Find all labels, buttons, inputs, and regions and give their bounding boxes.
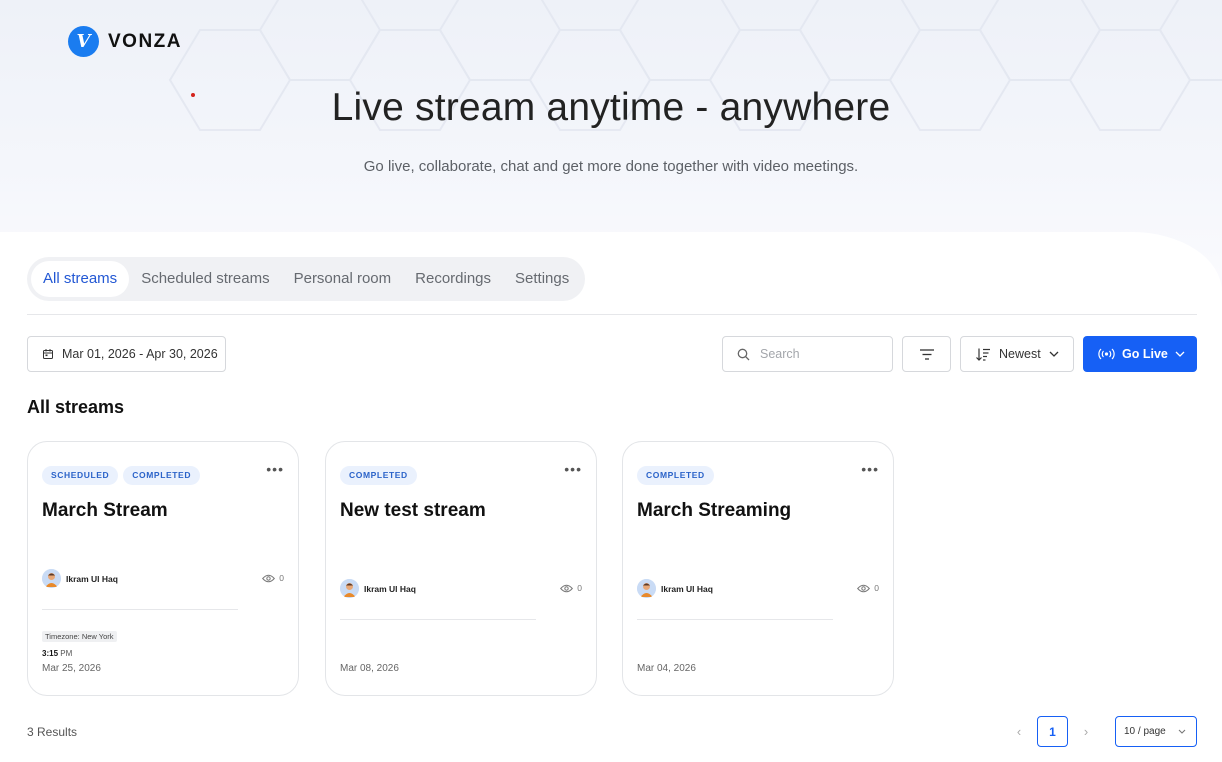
status-badge: COMPLETED xyxy=(123,466,201,485)
stream-date: Mar 08, 2026 xyxy=(340,663,399,674)
card-divider xyxy=(637,619,833,620)
tab-personal-room[interactable]: Personal room xyxy=(282,261,404,297)
card-divider xyxy=(42,609,238,610)
calendar-icon xyxy=(42,348,54,360)
stream-date: Mar 04, 2026 xyxy=(637,663,696,674)
stream-title: March Streaming xyxy=(637,500,792,521)
chevron-down-icon xyxy=(1175,351,1185,357)
page-size-select[interactable]: 10 / page xyxy=(1115,716,1197,747)
search-box[interactable] xyxy=(722,336,893,372)
eye-icon xyxy=(560,584,574,593)
stream-tabs: All streams Scheduled streams Personal r… xyxy=(27,257,586,301)
hero-banner xyxy=(0,0,1222,300)
sort-label: Newest xyxy=(999,347,1041,361)
view-count-value: 0 xyxy=(874,583,879,593)
chevron-down-icon xyxy=(1049,351,1059,357)
logo-mark-icon: V xyxy=(68,26,99,57)
more-options-icon[interactable]: ••• xyxy=(266,462,284,476)
scheduled-time: 3:15 PM xyxy=(42,649,72,658)
status-badge: COMPLETED xyxy=(637,466,714,485)
stream-owner: Ikram Ul Haq xyxy=(340,579,416,598)
owner-name: Ikram Ul Haq xyxy=(66,573,118,584)
view-count: 0 xyxy=(262,573,284,583)
chevron-down-icon xyxy=(1178,729,1186,734)
hero-subtitle: Go live, collaborate, chat and get more … xyxy=(363,158,859,175)
page-number-button[interactable]: 1 xyxy=(1037,716,1068,747)
scheduled-time-suffix: PM xyxy=(58,649,73,658)
next-page-icon[interactable]: › xyxy=(1078,720,1094,742)
stream-card[interactable]: SCHEDULED COMPLETED ••• March Stream Ikr… xyxy=(27,441,299,696)
owner-name: Ikram Ul Haq xyxy=(661,583,713,594)
scheduled-time-value: 3:15 xyxy=(42,649,59,658)
tabs-divider xyxy=(27,314,1197,315)
more-options-icon[interactable]: ••• xyxy=(564,462,582,476)
tab-all-streams[interactable]: All streams xyxy=(31,261,130,297)
status-badges: SCHEDULED COMPLETED xyxy=(42,466,201,485)
tab-scheduled-streams[interactable]: Scheduled streams xyxy=(129,261,281,297)
status-badge: COMPLETED xyxy=(340,466,417,485)
search-input[interactable] xyxy=(760,347,870,361)
status-badges: COMPLETED xyxy=(340,466,417,485)
broadcast-icon xyxy=(1098,348,1115,360)
brand-name: VONZA xyxy=(108,30,182,52)
tab-settings[interactable]: Settings xyxy=(503,261,581,297)
status-badge: SCHEDULED xyxy=(42,466,119,485)
sort-dropdown[interactable]: Newest xyxy=(960,336,1074,372)
stream-card[interactable]: COMPLETED ••• March Streaming Ikram Ul H… xyxy=(622,441,894,696)
view-count: 0 xyxy=(560,583,582,593)
view-count-value: 0 xyxy=(279,573,284,583)
date-range-label: Mar 01, 2026 - Apr 30, 2026 xyxy=(62,347,218,361)
search-icon xyxy=(737,348,750,361)
stream-title: March Stream xyxy=(42,500,168,521)
tab-recordings[interactable]: Recordings xyxy=(403,261,503,297)
stream-owner: Ikram Ul Haq xyxy=(637,579,713,598)
hero-title: Live stream anytime - anywhere xyxy=(331,86,891,129)
avatar xyxy=(637,579,656,598)
view-count: 0 xyxy=(857,583,879,593)
card-divider xyxy=(340,619,536,620)
avatar xyxy=(340,579,359,598)
more-options-icon[interactable]: ••• xyxy=(861,462,879,476)
eye-icon xyxy=(857,584,871,593)
section-title: All streams xyxy=(27,397,125,417)
owner-name: Ikram Ul Haq xyxy=(364,583,416,594)
stream-date: Mar 25, 2026 xyxy=(42,663,101,674)
status-badges: COMPLETED xyxy=(637,466,714,485)
previous-page-icon[interactable]: ‹ xyxy=(1011,720,1027,742)
stream-title: New test stream xyxy=(340,500,486,521)
filter-icon xyxy=(919,348,934,360)
view-count-value: 0 xyxy=(577,583,582,593)
timezone-label: Timezone: New York xyxy=(42,631,117,642)
avatar xyxy=(42,569,61,588)
results-count: 3 Results xyxy=(27,725,78,739)
filter-button[interactable] xyxy=(902,336,951,372)
brand-logo[interactable]: V VONZA xyxy=(68,26,182,57)
go-live-button[interactable]: Go Live xyxy=(1083,336,1197,372)
sort-icon xyxy=(976,348,991,361)
date-range-picker[interactable]: Mar 01, 2026 - Apr 30, 2026 xyxy=(27,336,226,372)
go-live-label: Go Live xyxy=(1122,347,1168,361)
eye-icon xyxy=(262,574,276,583)
stream-owner: Ikram Ul Haq xyxy=(42,569,118,588)
page-size-label: 10 / page xyxy=(1124,726,1166,737)
stream-card[interactable]: COMPLETED ••• New test stream Ikram Ul H… xyxy=(325,441,597,696)
